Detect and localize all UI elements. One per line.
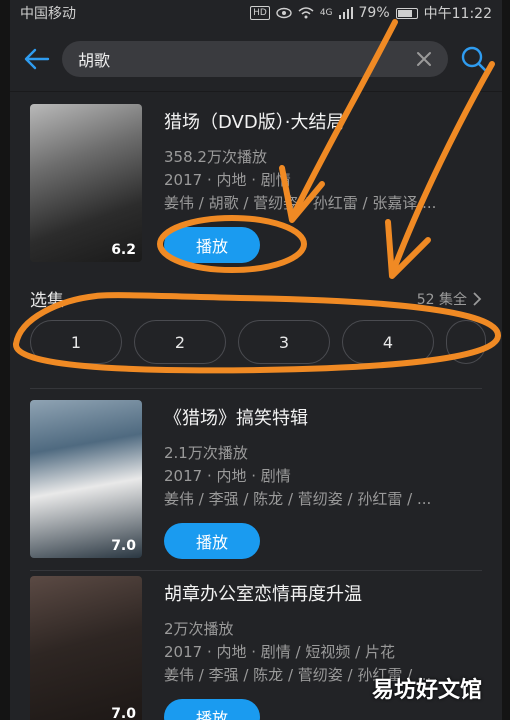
clock: 中午11:22	[423, 6, 492, 22]
year-region-genre: 2017 · 内地 · 剧情 / 短视频 / 片花	[164, 643, 395, 661]
search-input[interactable]	[78, 49, 412, 68]
score-badge: 7.0	[111, 706, 136, 720]
close-icon	[417, 51, 431, 66]
score-badge: 7.0	[111, 538, 136, 554]
back-arrow-icon	[24, 48, 50, 69]
result-title[interactable]: 《猎场》搞笑特辑	[164, 404, 482, 430]
cast-list: 姜伟 / 胡歌 / 菅纫姿 / 孙红雷 / 张嘉译 ...	[164, 194, 437, 212]
clear-search-button[interactable]	[412, 47, 436, 71]
play-button[interactable]: 播放	[164, 227, 260, 263]
result-info: 《猎场》搞笑特辑 2.1万次播放 2017 · 内地 · 剧情 姜伟 / 李强 …	[164, 400, 482, 559]
result-card-2[interactable]: 7.0 《猎场》搞笑特辑 2.1万次播放 2017 · 内地 · 剧情 姜伟 /…	[30, 400, 482, 559]
result-title[interactable]: 胡章办公室恋情再度升温	[164, 580, 482, 606]
year-region-genre: 2017 · 内地 · 剧情	[164, 467, 291, 485]
episode-button[interactable]: 3	[238, 320, 330, 364]
divider	[30, 570, 482, 571]
network-label: 4G	[319, 8, 333, 18]
result-card-1[interactable]: 6.2 猎场（DVD版）·大结局 358.2万次播放 2017 · 内地 · 剧…	[30, 104, 482, 263]
play-button[interactable]: 播放	[164, 523, 260, 559]
episode-button[interactable]: 4	[342, 320, 434, 364]
battery-icon	[395, 7, 418, 19]
play-count: 358.2万次播放	[164, 148, 267, 166]
episodes-all-link[interactable]: 52 集全	[417, 289, 482, 309]
search-icon	[461, 46, 488, 72]
battery-percent: 79%	[358, 5, 390, 21]
episode-button-partial[interactable]	[446, 320, 486, 364]
year-region-genre: 2017 · 内地 · 剧情	[164, 171, 291, 189]
status-icons: HD 4G 79% 中午11:22	[250, 3, 492, 23]
app-screen: 中国移动 HD 4G 79% 中午11:22 6.2	[10, 0, 502, 720]
cast-list: 姜伟 / 李强 / 陈龙 / 菅纫姿 / 孙红雷 / ...	[164, 490, 432, 508]
wifi-icon	[298, 7, 314, 19]
hd-icon: HD	[250, 6, 270, 20]
poster-image[interactable]: 7.0	[30, 576, 142, 720]
score-badge: 6.2	[111, 242, 136, 258]
divider	[30, 388, 482, 389]
carrier-label: 中国移动	[20, 6, 76, 22]
back-button[interactable]	[22, 44, 52, 74]
episodes-header: 选集 52 集全	[30, 286, 482, 311]
play-count: 2万次播放	[164, 620, 234, 638]
episodes-total: 52 集全	[416, 291, 467, 308]
chevron-right-icon	[473, 291, 482, 306]
search-box	[62, 40, 448, 77]
watermark: 易坊好文馆	[371, 678, 482, 703]
result-title[interactable]: 猎场（DVD版）·大结局	[164, 108, 482, 134]
episode-button[interactable]: 2	[134, 320, 226, 364]
search-header	[10, 26, 502, 92]
status-bar: 中国移动 HD 4G 79% 中午11:22	[10, 0, 502, 26]
search-button[interactable]	[458, 43, 490, 75]
play-count: 2.1万次播放	[164, 444, 248, 462]
poster-image[interactable]: 6.2	[30, 104, 142, 262]
result-info: 猎场（DVD版）·大结局 358.2万次播放 2017 · 内地 · 剧情 姜伟…	[164, 104, 482, 263]
episode-button[interactable]: 1	[30, 320, 122, 364]
episodes-label: 选集	[30, 291, 64, 311]
signal-icon	[338, 7, 353, 19]
poster-image[interactable]: 7.0	[30, 400, 142, 558]
play-button[interactable]: 播放	[164, 699, 260, 720]
episode-list: 1 2 3 4	[30, 320, 486, 364]
eye-icon	[276, 7, 292, 19]
